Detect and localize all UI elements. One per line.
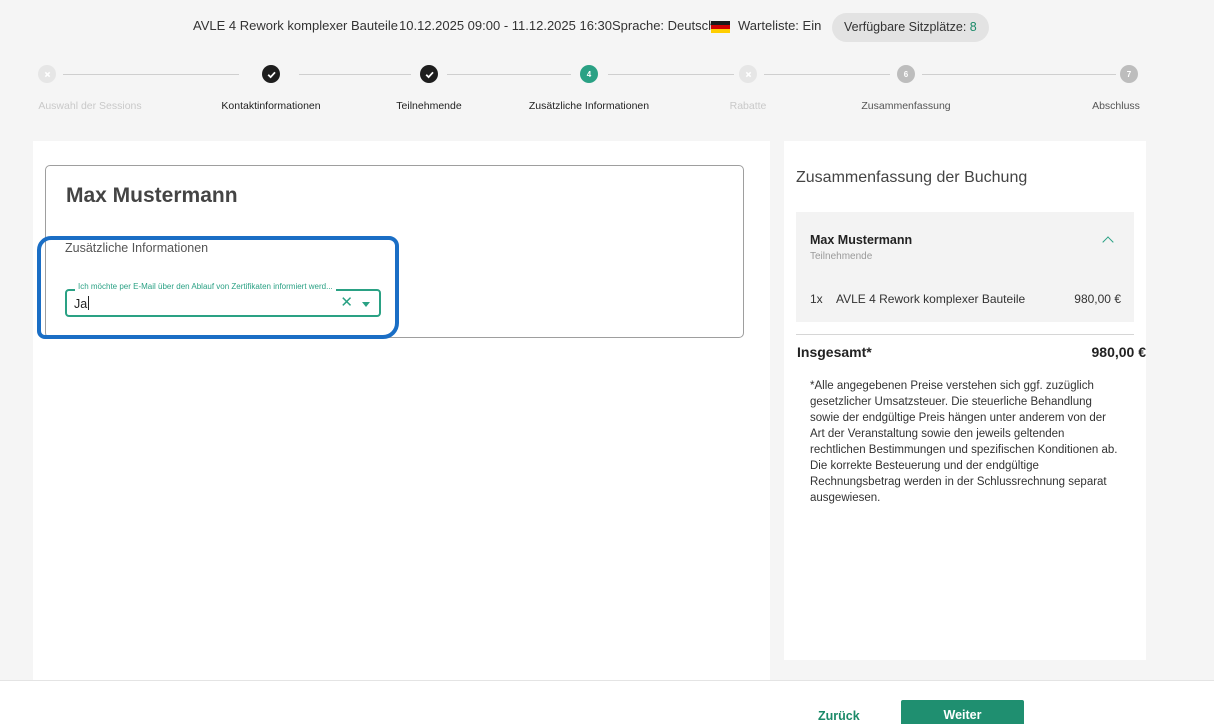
waitlist-label: Warteliste: Ein: [738, 18, 822, 33]
step-label-summary: Zusammenfassung: [861, 100, 951, 112]
summary-divider: [796, 334, 1134, 335]
certificate-notification-select[interactable]: Ich möchte per E-Mail über den Ablauf vo…: [65, 282, 381, 317]
flag-germany-icon: [711, 21, 730, 33]
booking-summary-panel: Zusammenfassung der Buchung Max Musterma…: [784, 141, 1146, 660]
summary-participant-name: Max Mustermann: [810, 233, 913, 247]
participant-card: Max Mustermann Zusätzliche Informationen…: [45, 165, 744, 338]
main-content-panel: Max Mustermann Zusätzliche Informationen…: [33, 141, 770, 680]
chevron-up-icon[interactable]: [1102, 236, 1114, 248]
total-value: 980,00 €: [1091, 344, 1147, 360]
step-label-participants[interactable]: Teilnehmende: [396, 100, 461, 112]
step-connector: [63, 74, 239, 75]
seats-label: Verfügbare Sitzplätze:: [844, 20, 967, 34]
checkout-stepper: 4 6 7 Auswahl der Sessions Kontaktinform…: [0, 64, 1214, 124]
participant-name: Max Mustermann: [66, 184, 238, 207]
step-1-disabled-icon: [38, 65, 56, 83]
language-label: Sprache: Deutsch: [612, 18, 716, 33]
step-label-sessions: Auswahl der Sessions: [38, 100, 142, 112]
clear-icon[interactable]: ✕: [340, 293, 353, 313]
step-5-disabled-icon: [739, 65, 757, 83]
total-label: Insgesamt*: [797, 344, 872, 360]
summary-line-price: 980,00 €: [1074, 292, 1121, 306]
price-disclaimer: *Alle angegebenen Preise verstehen sich …: [810, 380, 1118, 504]
step-label-additional-info: Zusätzliche Informationen: [528, 100, 650, 112]
additional-info-heading: Zusätzliche Informationen: [65, 241, 209, 255]
step-connector: [447, 74, 571, 75]
available-seats-badge: Verfügbare Sitzplätze: 8: [832, 13, 989, 42]
step-connector: [608, 74, 734, 75]
certificate-notification-value[interactable]: Ja: [74, 296, 90, 311]
summary-participant-box: Max Mustermann Teilnehmende 1x AVLE 4 Re…: [796, 212, 1134, 322]
step-7-pending-icon: 7: [1120, 65, 1138, 83]
back-button[interactable]: Zurück: [818, 709, 860, 723]
booking-info-bar: AVLE 4 Rework komplexer Bauteile 10.12.2…: [0, 10, 1214, 44]
step-6-number: 6: [903, 69, 909, 79]
step-2-check-icon[interactable]: [262, 65, 280, 83]
step-3-check-icon[interactable]: [420, 65, 438, 83]
step-label-completion: Abschluss: [1092, 100, 1140, 112]
date-range: 10.12.2025 09:00 - 11.12.2025 16:30: [399, 18, 613, 33]
certificate-notification-label: Ich möchte per E-Mail über den Ablauf vo…: [75, 282, 336, 291]
summary-participant-role: Teilnehmende: [810, 251, 873, 262]
summary-line-item: AVLE 4 Rework komplexer Bauteile: [836, 292, 1026, 306]
step-connector: [299, 74, 411, 75]
step-7-number: 7: [1126, 69, 1132, 79]
step-connector: [764, 74, 890, 75]
step-label-discounts: Rabatte: [729, 100, 767, 112]
text-cursor: [88, 296, 90, 310]
step-4-active-icon: 4: [580, 65, 598, 83]
course-title: AVLE 4 Rework komplexer Bauteile: [193, 18, 398, 33]
step-connector: [922, 74, 1116, 75]
next-button[interactable]: Weiter: [901, 700, 1024, 724]
seats-count: 8: [969, 20, 977, 34]
summary-title: Zusammenfassung der Buchung: [796, 169, 1028, 186]
footer-bar: Zurück Weiter: [0, 681, 1214, 724]
chevron-down-icon[interactable]: [362, 302, 370, 307]
step-6-pending-icon: 6: [897, 65, 915, 83]
summary-line-qty: 1x: [810, 292, 823, 306]
step-4-number: 4: [586, 69, 592, 79]
step-label-contact[interactable]: Kontaktinformationen: [221, 100, 320, 112]
